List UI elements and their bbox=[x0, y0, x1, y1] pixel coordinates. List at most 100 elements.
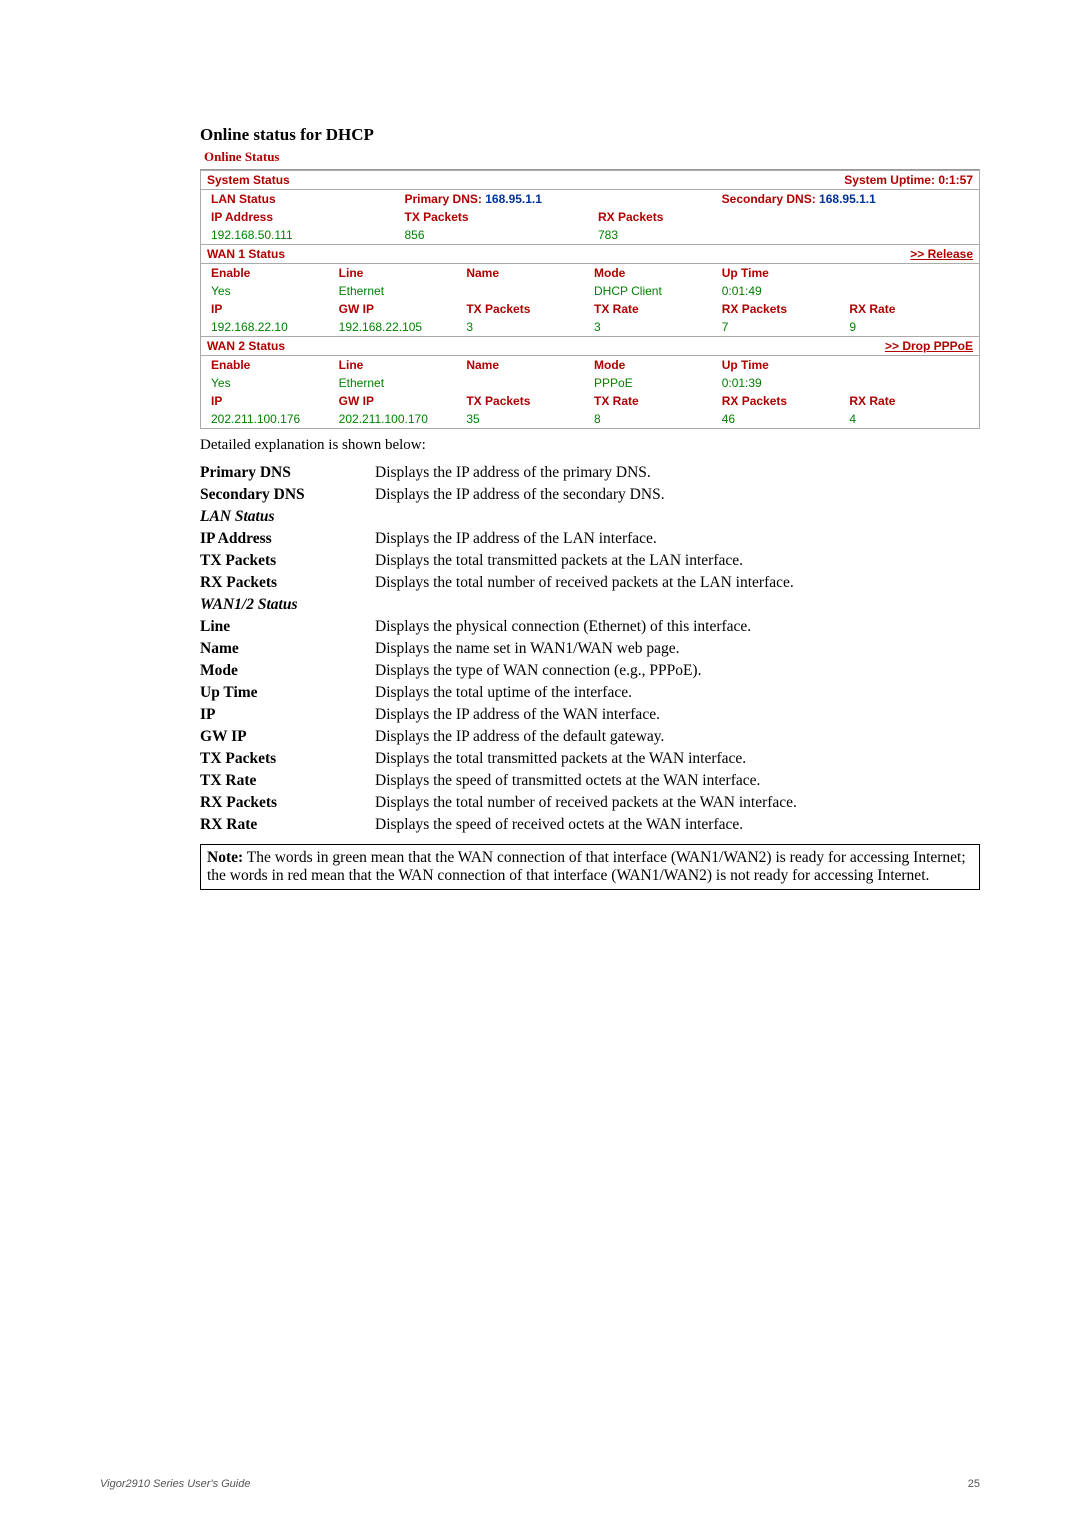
definition-list: Primary DNSDisplays the IP address of th… bbox=[200, 464, 980, 834]
wan2-h-txpackets: TX Packets bbox=[462, 392, 590, 410]
note-label: Note: bbox=[207, 849, 243, 866]
definition-row: TX PacketsDisplays the total transmitted… bbox=[200, 552, 980, 570]
online-status-panel: System Status System Uptime: 0:1:57 LAN … bbox=[200, 170, 980, 429]
wan1-h-enable: Enable bbox=[207, 264, 335, 282]
definition-row: Up TimeDisplays the total uptime of the … bbox=[200, 684, 980, 702]
lan-rx-packets-value: 783 bbox=[594, 226, 973, 244]
secondary-dns-value: 168.95.1.1 bbox=[819, 192, 876, 206]
definition-desc: Displays the IP address of the LAN inter… bbox=[375, 530, 980, 548]
wan1-v-name bbox=[462, 291, 590, 295]
wan1-h-uptime: Up Time bbox=[718, 264, 846, 282]
wan1-release-link[interactable]: >> Release bbox=[910, 247, 973, 261]
secondary-dns-label: Secondary DNS: bbox=[722, 192, 816, 206]
wan1-h-rxrate: RX Rate bbox=[845, 300, 973, 318]
wan1-status-block: WAN 1 Status >> Release Enable Line Name… bbox=[201, 245, 979, 337]
wan1-v-rxpackets: 7 bbox=[718, 318, 846, 336]
definition-term: RX Packets bbox=[200, 794, 375, 812]
definition-term: IP bbox=[200, 706, 375, 724]
wan2-h-line: Line bbox=[335, 356, 463, 374]
definition-row: LAN Status bbox=[200, 508, 980, 526]
wan1-v-ip: 192.168.22.10 bbox=[207, 318, 335, 336]
definition-desc: Displays the name set in WAN1/WAN web pa… bbox=[375, 640, 980, 658]
definition-desc: Displays the IP address of the WAN inter… bbox=[375, 706, 980, 724]
wan1-v-rxrate: 9 bbox=[845, 318, 973, 336]
definition-term: RX Packets bbox=[200, 574, 375, 592]
definition-term: Mode bbox=[200, 662, 375, 680]
wan2-v-enable: Yes bbox=[207, 374, 335, 392]
lan-ip-address-label: IP Address bbox=[207, 208, 401, 226]
primary-dns-label: Primary DNS: bbox=[405, 192, 482, 206]
definition-desc: Displays the total uptime of the interfa… bbox=[375, 684, 980, 702]
definition-row: TX PacketsDisplays the total transmitted… bbox=[200, 750, 980, 768]
definition-row: GW IPDisplays the IP address of the defa… bbox=[200, 728, 980, 746]
wan2-v-rxpackets: 46 bbox=[718, 410, 846, 428]
note-box: Note: The words in green mean that the W… bbox=[200, 844, 980, 890]
footer-page-number: 25 bbox=[968, 1478, 980, 1490]
definition-desc: Displays the total transmitted packets a… bbox=[375, 552, 980, 570]
system-status-row: System Status System Uptime: 0:1:57 bbox=[201, 170, 979, 190]
definition-term: Line bbox=[200, 618, 375, 636]
wan1-h-mode: Mode bbox=[590, 264, 718, 282]
wan1-h-name: Name bbox=[462, 264, 590, 282]
system-uptime-label: System Uptime: bbox=[844, 173, 935, 187]
wan2-h-name: Name bbox=[462, 356, 590, 374]
wan1-h-gwip: GW IP bbox=[335, 300, 463, 318]
definition-term: TX Packets bbox=[200, 552, 375, 570]
lan-rx-packets-label: RX Packets bbox=[594, 208, 973, 226]
wan1-status-label: WAN 1 Status bbox=[207, 247, 285, 261]
definition-row: IP AddressDisplays the IP address of the… bbox=[200, 530, 980, 548]
wan1-v-txpackets: 3 bbox=[462, 318, 590, 336]
definition-desc: Displays the speed of transmitted octets… bbox=[375, 772, 980, 790]
definition-desc: Displays the total number of received pa… bbox=[375, 574, 980, 592]
definition-desc: Displays the type of WAN connection (e.g… bbox=[375, 662, 980, 680]
definition-term: TX Rate bbox=[200, 772, 375, 790]
definition-desc: Displays the physical connection (Ethern… bbox=[375, 618, 980, 636]
definition-term: Secondary DNS bbox=[200, 486, 375, 504]
system-uptime: System Uptime: 0:1:57 bbox=[844, 173, 973, 187]
wan1-v-enable: Yes bbox=[207, 282, 335, 300]
definition-term: Primary DNS bbox=[200, 464, 375, 482]
definition-row: RX RateDisplays the speed of received oc… bbox=[200, 816, 980, 834]
wan2-h-uptime: Up Time bbox=[718, 356, 846, 374]
wan2-drop-pppoe-link[interactable]: >> Drop PPPoE bbox=[885, 339, 973, 353]
definition-desc: Displays the speed of received octets at… bbox=[375, 816, 980, 834]
wan1-h-line: Line bbox=[335, 264, 463, 282]
definition-desc: Displays the IP address of the secondary… bbox=[375, 486, 980, 504]
wan2-h-rxpackets: RX Packets bbox=[718, 392, 846, 410]
wan1-h-txpackets: TX Packets bbox=[462, 300, 590, 318]
wan2-v-mode: PPPoE bbox=[590, 374, 718, 392]
wan2-v-ip: 202.211.100.176 bbox=[207, 410, 335, 428]
wan2-h-enable: Enable bbox=[207, 356, 335, 374]
definition-desc: Displays the IP address of the default g… bbox=[375, 728, 980, 746]
definition-term: IP Address bbox=[200, 530, 375, 548]
wan2-v-uptime: 0:01:39 bbox=[718, 374, 846, 392]
section-title: Online status for DHCP bbox=[200, 125, 980, 145]
wan1-h-txrate: TX Rate bbox=[590, 300, 718, 318]
wan1-v-line: Ethernet bbox=[335, 282, 463, 300]
wan2-h-txrate: TX Rate bbox=[590, 392, 718, 410]
wan1-v-gwip: 192.168.22.105 bbox=[335, 318, 463, 336]
definition-desc: Displays the total number of received pa… bbox=[375, 794, 980, 812]
wan2-status-label: WAN 2 Status bbox=[207, 339, 285, 353]
definition-row: RX PacketsDisplays the total number of r… bbox=[200, 794, 980, 812]
wan1-v-mode: DHCP Client bbox=[590, 282, 718, 300]
definition-term: RX Rate bbox=[200, 816, 375, 834]
wan2-v-gwip: 202.211.100.170 bbox=[335, 410, 463, 428]
lan-tx-packets-label: TX Packets bbox=[401, 208, 595, 226]
definition-row: IPDisplays the IP address of the WAN int… bbox=[200, 706, 980, 724]
wan2-h-mode: Mode bbox=[590, 356, 718, 374]
wan2-h-ip: IP bbox=[207, 392, 335, 410]
explain-intro: Detailed explanation is shown below: bbox=[200, 437, 980, 454]
wan2-v-name bbox=[462, 383, 590, 387]
wan2-status-block: WAN 2 Status >> Drop PPPoE Enable Line N… bbox=[201, 337, 979, 428]
wan1-h-rxpackets: RX Packets bbox=[718, 300, 846, 318]
primary-dns-value: 168.95.1.1 bbox=[485, 192, 542, 206]
wan1-h-ip: IP bbox=[207, 300, 335, 318]
system-status-label: System Status bbox=[207, 173, 290, 187]
wan2-v-txrate: 8 bbox=[590, 410, 718, 428]
footer-guide-title: Vigor2910 Series User's Guide bbox=[100, 1478, 250, 1490]
note-body: The words in green mean that the WAN con… bbox=[207, 849, 966, 884]
definition-term: WAN1/2 Status bbox=[200, 596, 375, 614]
definition-row: WAN1/2 Status bbox=[200, 596, 980, 614]
page-footer: Vigor2910 Series User's Guide 25 bbox=[100, 1478, 980, 1490]
